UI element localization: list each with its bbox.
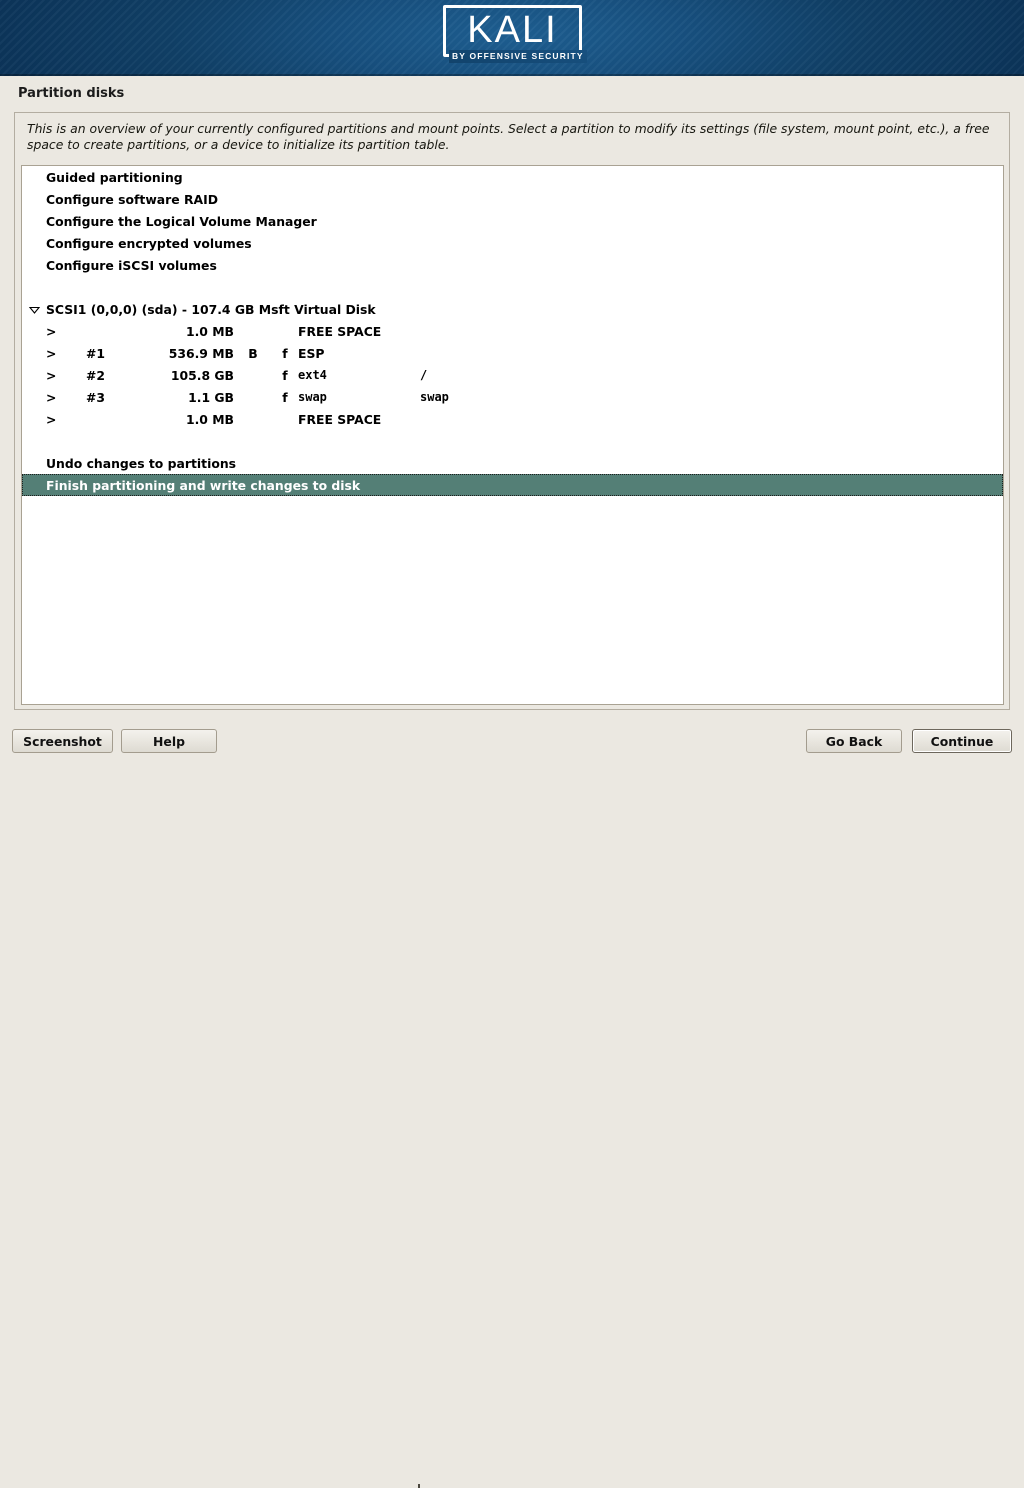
partition-row[interactable]: >1.0 MB FREE SPACE [22, 320, 1003, 342]
partition-size: 536.9 MB [168, 345, 234, 361]
partition-row[interactable]: > #2 105.8 GB f ext4 / [22, 364, 1003, 386]
partition-list[interactable]: Guided partitioning Configure software RA… [21, 165, 1004, 705]
partition-panel: This is an overview of your currently co… [14, 112, 1010, 710]
menu-item-label: Configure encrypted volumes [46, 235, 252, 251]
partition-row[interactable]: >1.0 MB FREE SPACE [22, 408, 1003, 430]
partition-rows-container: >1.0 MB FREE SPACE > #1 536.9 MB Bf ESP > #2 105.… [22, 320, 1003, 430]
device-label: SCSI1 (0,0,0) (sda) - 107.4 GB Msft Virt… [46, 301, 376, 317]
partition-expand-arrow: > [46, 345, 57, 361]
menu-item-label: Configure the Logical Volume Manager [46, 213, 317, 229]
action-label: Finish partitioning and write changes to… [46, 477, 361, 493]
menu-item-label: Guided partitioning [46, 169, 183, 185]
partition-number: #1 [86, 345, 106, 361]
menu-item[interactable]: Configure iSCSI volumes [22, 254, 1003, 276]
text-caret [418, 1484, 420, 1488]
action-row-selected[interactable]: Finish partitioning and write changes to… [22, 474, 1003, 496]
device-row-container: SCSI1 (0,0,0) (sda) - 107.4 GB Msft Virt… [22, 298, 1003, 320]
kali-logo: KALI BY OFFENSIVE SECURITY [443, 5, 587, 63]
menu-rows-container: Guided partitioning Configure software RA… [22, 166, 1003, 276]
page-title: Partition disks [18, 85, 125, 101]
action-rows-container: Undo changes to partitions Finish partiti… [22, 452, 1003, 496]
partition-expand-arrow: > [46, 411, 57, 427]
action-row[interactable]: Undo changes to partitions [22, 452, 1003, 474]
kali-logo-tagline: BY OFFENSIVE SECURITY [452, 51, 584, 62]
footer-bar: Screenshot Help Go Back Continue [0, 722, 1024, 1488]
menu-item[interactable]: Guided partitioning [22, 166, 1003, 188]
partition-expand-arrow: > [46, 323, 57, 339]
partition-boot-flag: B [248, 345, 258, 361]
partition-filesystem: ESP [298, 345, 325, 361]
action-label: Undo changes to partitions [46, 455, 237, 471]
partition-number: #2 [86, 367, 106, 383]
partition-expand-arrow: > [46, 389, 57, 405]
menu-item-label: Configure software RAID [46, 191, 218, 207]
partition-row[interactable]: > #3 1.1 GB f swap swap [22, 386, 1003, 408]
partition-size: 105.8 GB [170, 367, 234, 383]
partition-mountpoint: / [420, 368, 428, 382]
device-row[interactable]: SCSI1 (0,0,0) (sda) - 107.4 GB Msft Virt… [22, 298, 1003, 320]
partition-size: 1.0 MB [185, 323, 234, 339]
triangle-down-icon[interactable] [28, 303, 41, 316]
partition-format-flag: f [282, 367, 288, 383]
menu-item[interactable]: Configure the Logical Volume Manager [22, 210, 1003, 232]
menu-item[interactable]: Configure encrypted volumes [22, 232, 1003, 254]
partition-mountpoint: swap [420, 390, 449, 404]
go-back-button[interactable]: Go Back [806, 729, 902, 753]
partition-filesystem: FREE SPACE [298, 323, 382, 339]
panel-description: This is an overview of your currently co… [27, 121, 990, 152]
continue-button[interactable]: Continue [912, 729, 1012, 753]
partition-size: 1.1 GB [188, 389, 234, 405]
partition-filesystem: swap [298, 390, 327, 404]
kali-logo-tagline-wrap: BY OFFENSIVE SECURITY [449, 50, 587, 63]
partition-row[interactable]: > #1 536.9 MB Bf ESP [22, 342, 1003, 364]
partition-size: 1.0 MB [185, 411, 234, 427]
partition-filesystem: FREE SPACE [298, 411, 382, 427]
help-button[interactable]: Help [121, 729, 217, 753]
screenshot-button[interactable]: Screenshot [12, 729, 113, 753]
partition-number: #3 [86, 389, 106, 405]
kali-banner: KALI BY OFFENSIVE SECURITY [0, 0, 1024, 76]
partition-filesystem: ext4 [298, 368, 327, 382]
partition-format-flag: f [282, 389, 288, 405]
menu-item[interactable]: Configure software RAID [22, 188, 1003, 210]
menu-item-label: Configure iSCSI volumes [46, 257, 217, 273]
partition-format-flag: f [282, 345, 288, 361]
title-bar: Partition disks [0, 76, 1024, 110]
partition-expand-arrow: > [46, 367, 57, 383]
